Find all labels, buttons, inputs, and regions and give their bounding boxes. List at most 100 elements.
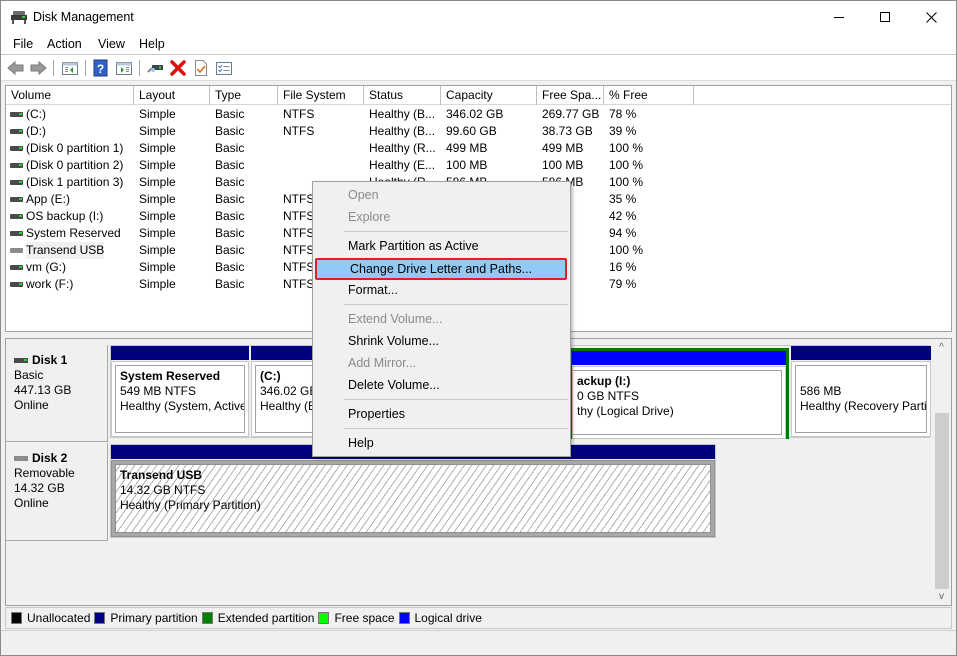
volume-icon [10,214,23,219]
cell-fs: NTFS [283,107,315,121]
disk-2-type: Removable [14,466,75,480]
delete-icon[interactable] [169,59,187,77]
scroll-up-icon[interactable]: ^ [933,339,950,356]
cell-layout: Simple [139,277,176,291]
volume-icon [10,197,23,202]
partition-system-reserved[interactable]: System Reserved 549 MB NTFS Healthy (Sys… [111,346,249,437]
disk-2-label[interactable]: Disk 2 Removable 14.32 GB Online [6,443,108,541]
partition-transend-usb[interactable]: Transend USB 14.32 GB NTFS Healthy (Prim… [111,445,715,537]
legend-swatch [11,612,22,624]
menu-item-properties[interactable]: Properties [315,403,568,425]
menu-separator [344,304,568,305]
cell-layout: Simple [139,175,176,189]
cell-type: Basic [215,243,245,257]
cell-layout: Simple [139,107,176,121]
menu-item-change-drive-letter[interactable]: Change Drive Letter and Paths... [315,258,567,280]
toolbar: ? [1,55,956,81]
cell-type: Basic [215,209,245,223]
cell-layout: Simple [139,124,176,138]
column-header-file-system[interactable]: File System [278,86,364,105]
menu-item-mark-partition-active[interactable]: Mark Partition as Active [315,235,568,257]
legend-swatch [398,612,410,624]
volume-row[interactable]: (C:) Simple Basic NTFS Healthy (B... 346.02 G… [6,106,951,123]
volume-row[interactable]: (D:) Simple Basic NTFS Healthy (B... 99.60 GB… [6,123,951,140]
cell-layout: Simple [139,158,176,172]
volume-icon [10,265,23,270]
maximize-button[interactable] [862,1,908,33]
cell-type: Basic [215,141,245,155]
disk-2-name: Disk 2 [32,451,68,465]
menu-item-delete-volume[interactable]: Delete Volume... [315,374,568,396]
cell-pct: 78 % [609,107,637,121]
menu-item-help[interactable]: Help [315,432,568,454]
partition-name: System Reserved [120,369,221,383]
menu-separator [344,231,568,232]
disk-2-state: Online [14,496,49,510]
partition-c[interactable]: (C:) 346.02 GB Healthy (B [251,346,321,437]
cell-volume: OS backup (I:) [26,209,104,223]
cell-volume: Transend USB [26,242,104,259]
partition-size: 14.32 GB NTFS [120,483,206,497]
menu-item-extend-volume[interactable]: Extend Volume... [315,308,568,330]
disk-1-size: 447.13 GB [14,383,72,397]
cell-type: Basic [215,277,245,291]
scrollbar-thumb[interactable] [935,413,949,589]
title-bar: Disk Management [1,1,956,33]
minimize-button[interactable] [816,1,862,33]
cell-pct: 16 % [609,260,637,274]
legend-extended-partition: Extended partition [201,611,314,625]
disk-management-icon [11,11,27,24]
menu-item-shrink-volume[interactable]: Shrink Volume... [315,330,568,352]
context-menu: Open Explore Mark Partition as Active Ch… [312,181,571,457]
column-header-volume[interactable]: Volume [6,86,134,105]
help-icon[interactable]: ? [92,59,110,77]
action-pane-icon[interactable] [115,59,133,77]
forward-arrow-icon[interactable] [29,59,47,77]
removable-disk-icon [14,456,28,461]
graphical-view-scrollbar[interactable]: ^ v [933,339,950,605]
cell-status: Healthy (E... [369,158,436,172]
cell-pct: 94 % [609,226,637,240]
check-properties-icon[interactable] [192,59,210,77]
cell-type: Basic [215,158,245,172]
volume-icon [10,129,23,134]
connect-disk-icon[interactable] [146,59,164,77]
scroll-down-icon[interactable]: v [933,588,950,605]
cell-layout: Simple [139,243,176,257]
column-header-free-space[interactable]: Free Spa... [537,86,604,105]
cell-layout: Simple [139,141,176,155]
volume-row[interactable]: (Disk 0 partition 2) Simple Basic Healthy (… [6,157,951,174]
toolbar-separator [85,60,86,76]
partition-os-backup[interactable]: ackup (I:) 0 GB NTFS thy (Logical Drive) [572,351,786,439]
menu-bar: File Action View Help [1,33,956,55]
cell-layout: Simple [139,192,176,206]
menu-item-format[interactable]: Format... [315,279,568,301]
cell-status: Healthy (B... [369,107,436,121]
menu-item-open[interactable]: Open [315,184,568,206]
partition-name: (C:) [260,369,281,383]
list-view-icon[interactable] [215,59,233,77]
column-header-status[interactable]: Status [364,86,441,105]
cell-pct: 42 % [609,209,637,223]
maximize-icon [880,12,890,22]
legend: Unallocated Primary partition Extended p… [5,607,952,629]
cell-volume: (Disk 1 partition 3) [26,175,124,189]
menu-file[interactable]: File [13,37,33,51]
volume-row[interactable]: (Disk 0 partition 1) Simple Basic Healthy (… [6,140,951,157]
menu-help[interactable]: Help [139,37,165,51]
back-arrow-icon[interactable] [7,59,25,77]
close-button[interactable] [908,1,954,33]
disk-1-label[interactable]: Disk 1 Basic 447.13 GB Online [6,345,108,442]
column-header-type[interactable]: Type [210,86,278,105]
menu-item-add-mirror[interactable]: Add Mirror... [315,352,568,374]
column-header-percent-free[interactable]: % Free [604,86,694,105]
column-header-capacity[interactable]: Capacity [441,86,537,105]
column-header-layout[interactable]: Layout [134,86,210,105]
menu-action[interactable]: Action [47,37,82,51]
partition-status: Healthy (B [260,399,317,413]
volume-icon [10,180,23,185]
menu-view[interactable]: View [98,37,125,51]
menu-item-explore[interactable]: Explore [315,206,568,228]
console-tree-icon[interactable] [61,59,79,77]
partition-recovery[interactable]: 586 MB Healthy (Recovery Partit [791,346,931,437]
